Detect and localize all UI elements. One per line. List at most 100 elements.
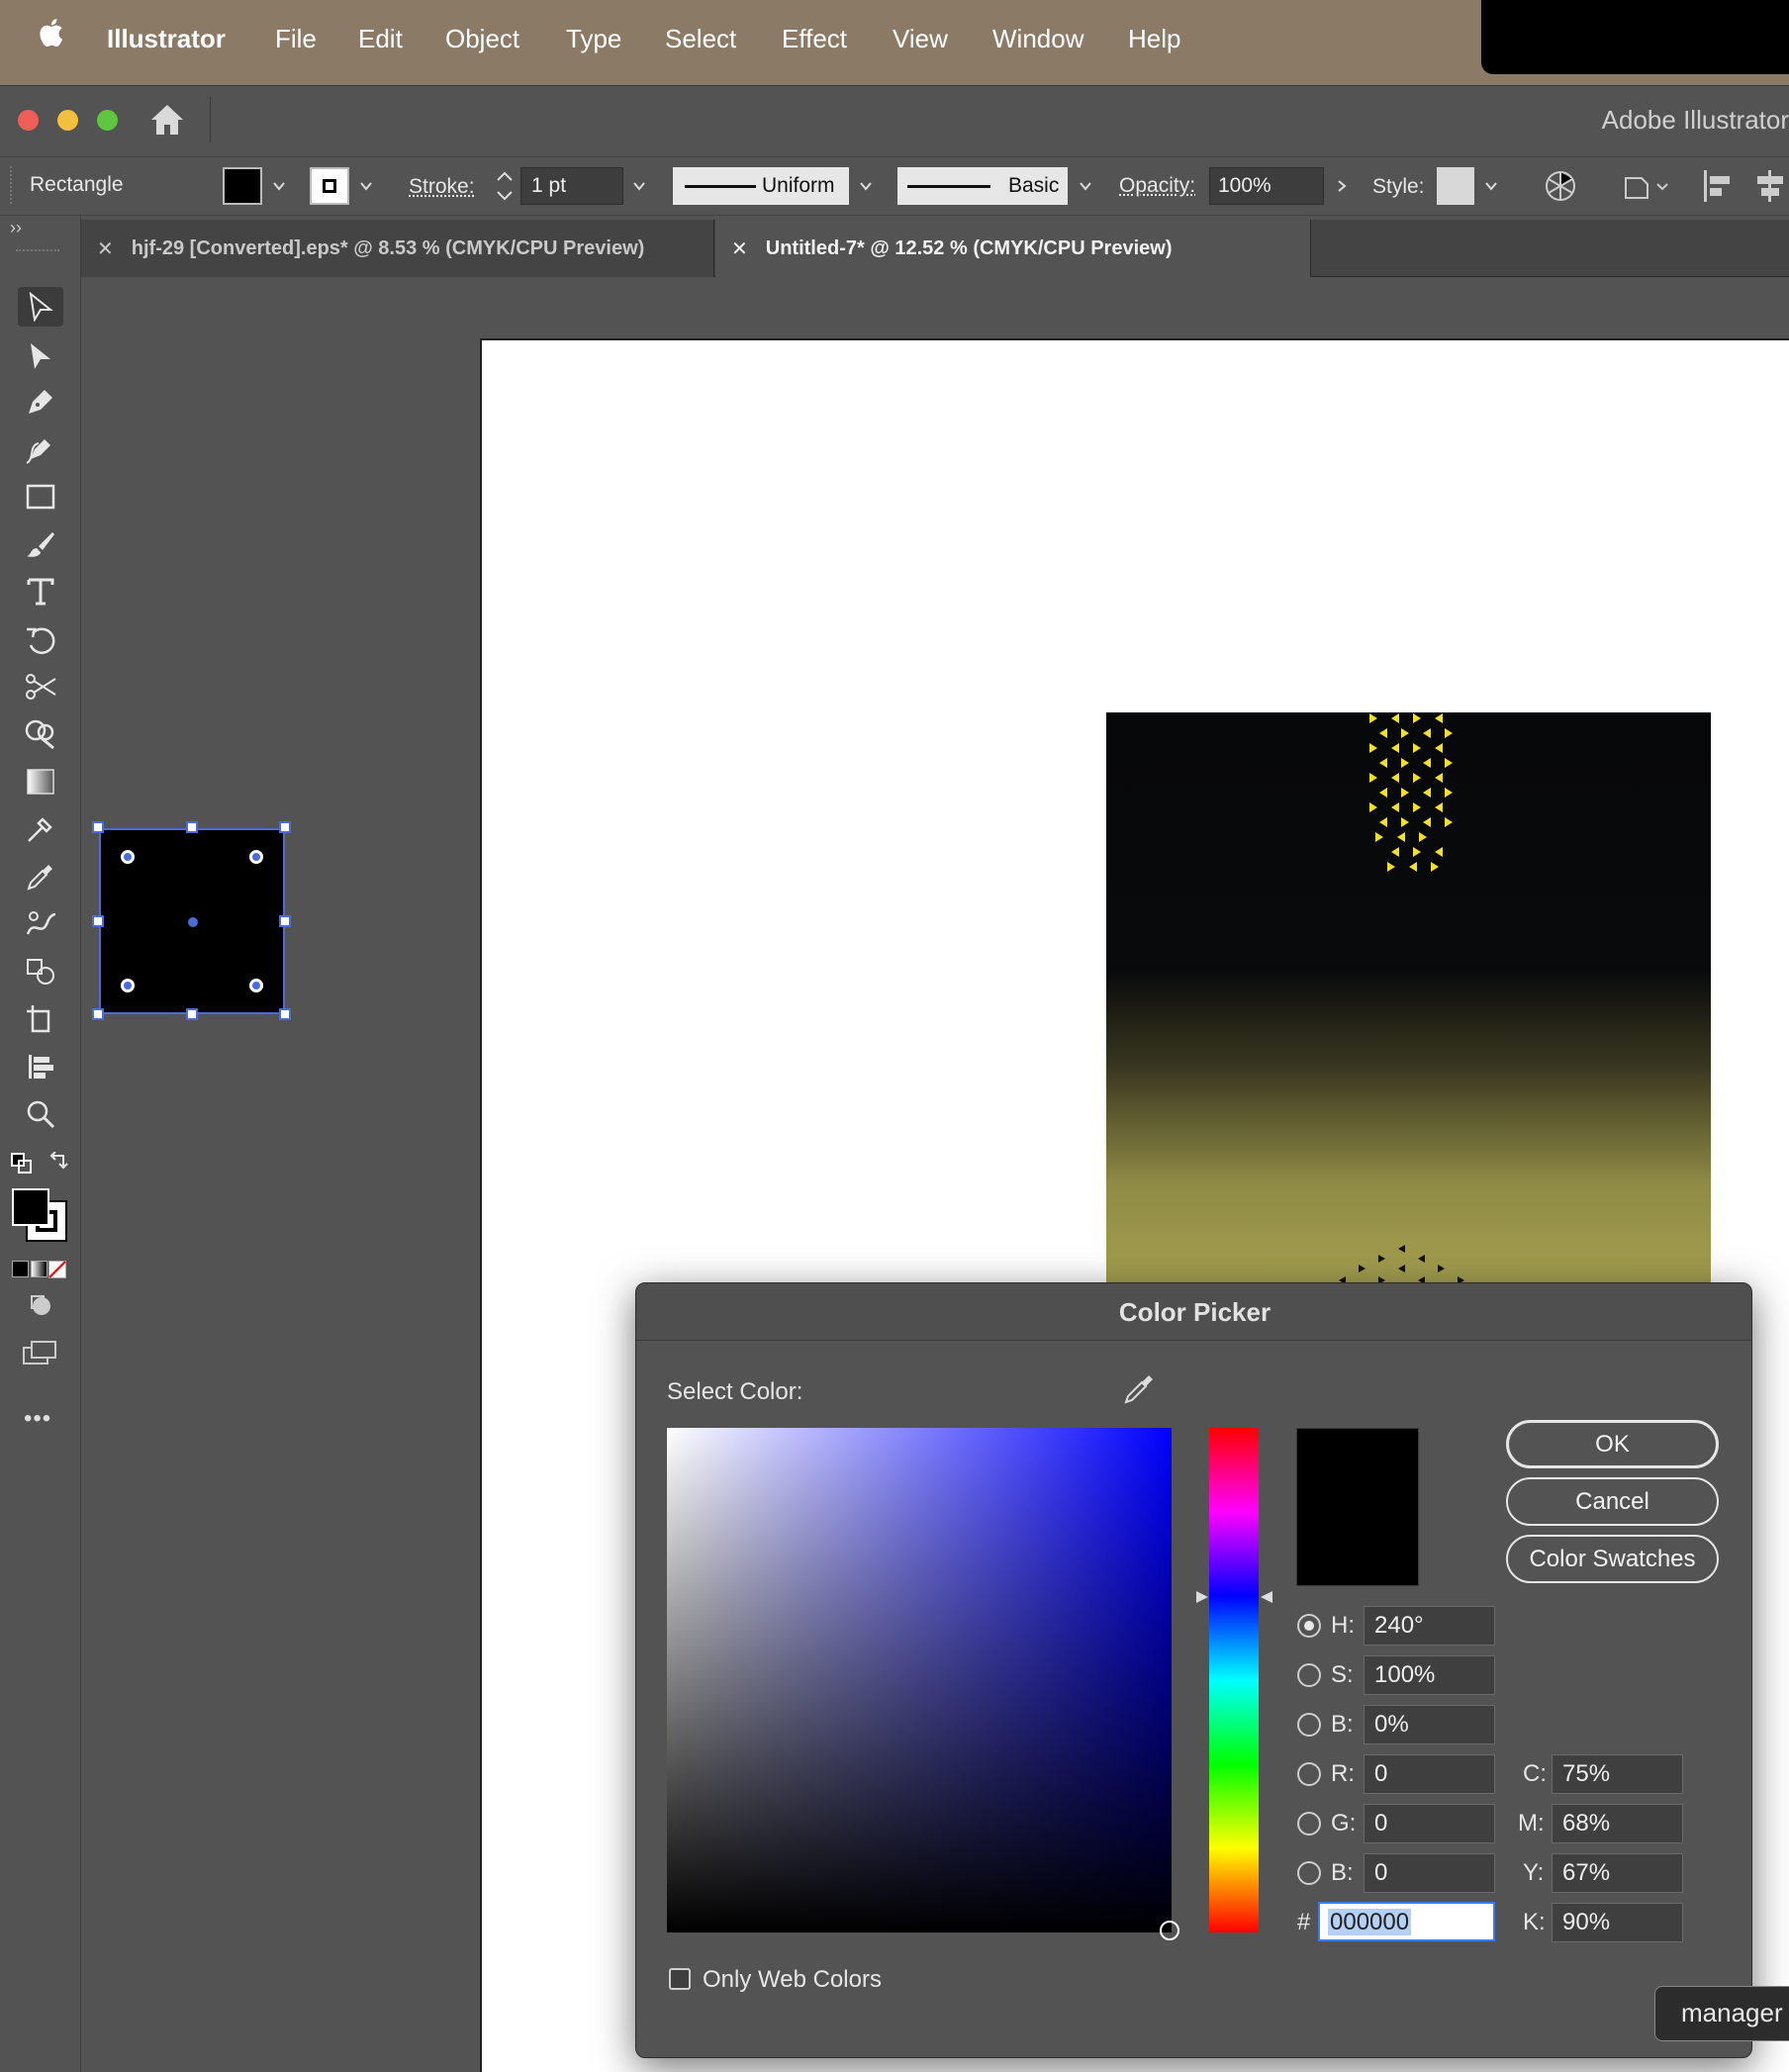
saturation-field[interactable]: 100% [1364, 1655, 1495, 1695]
puppet-warp-tool[interactable] [18, 904, 63, 944]
corner-widget[interactable] [249, 850, 263, 864]
direct-selection-tool[interactable] [18, 336, 63, 376]
control-bar-grip[interactable] [10, 166, 14, 204]
fill-color-box[interactable] [12, 1188, 49, 1226]
resize-handle[interactable] [186, 1008, 198, 1020]
green-radio[interactable] [1297, 1812, 1321, 1836]
pen-tool[interactable] [18, 382, 63, 422]
chevron-down-icon[interactable] [1079, 179, 1092, 193]
color-mode-button[interactable] [12, 1261, 29, 1277]
only-web-colors-label[interactable]: Only Web Colors [703, 1966, 882, 1994]
menu-window[interactable]: Window [992, 24, 1083, 54]
stroke-label[interactable]: Stroke: [409, 175, 475, 199]
chevron-down-icon[interactable] [359, 179, 373, 193]
variable-width-profile[interactable]: Uniform [673, 167, 849, 205]
menu-object[interactable]: Object [445, 24, 519, 54]
chevron-right-icon[interactable] [1335, 179, 1349, 193]
selected-rectangle[interactable] [92, 821, 291, 1020]
brush-definition[interactable]: Basic [897, 167, 1068, 205]
column-graph-tool[interactable] [18, 1047, 63, 1086]
brightness-field[interactable]: 0% [1364, 1705, 1495, 1744]
corner-widget[interactable] [121, 850, 135, 864]
rotate-tool[interactable] [18, 619, 63, 659]
yellow-field[interactable]: 67% [1552, 1853, 1683, 1893]
hue-field[interactable]: 240° [1364, 1606, 1495, 1646]
curvature-tool[interactable] [18, 429, 63, 469]
more-tools-icon[interactable]: ••• [24, 1405, 51, 1433]
menu-type[interactable]: Type [566, 24, 621, 54]
only-web-colors-checkbox[interactable] [669, 1968, 691, 1990]
menu-select[interactable]: Select [665, 24, 736, 54]
green-field[interactable]: 0 [1364, 1804, 1495, 1843]
cyan-field[interactable]: 75% [1552, 1754, 1683, 1794]
menu-edit[interactable]: Edit [358, 24, 403, 54]
close-tab-icon[interactable]: ✕ [97, 236, 114, 261]
resize-handle[interactable] [92, 821, 104, 833]
gradient-tool[interactable] [18, 762, 63, 801]
resize-handle[interactable] [279, 821, 291, 833]
scissors-tool[interactable] [18, 667, 63, 706]
resize-handle[interactable] [279, 915, 291, 927]
paintbrush-tool[interactable] [18, 524, 63, 564]
resize-handle[interactable] [279, 1008, 291, 1020]
chevron-down-icon[interactable] [272, 179, 286, 193]
tab-hjf-29[interactable]: ✕ hjf-29 [Converted].eps* @ 8.53 % (CMYK… [81, 220, 714, 277]
shape-builder-tool[interactable] [18, 714, 63, 754]
close-tab-icon[interactable]: ✕ [731, 236, 748, 261]
swap-colors-icon[interactable] [47, 1152, 71, 1176]
minimize-window-button[interactable] [57, 110, 78, 131]
ok-button[interactable]: OK [1506, 1420, 1719, 1468]
zoom-window-button[interactable] [97, 110, 118, 131]
corner-widget[interactable] [121, 979, 135, 992]
fill-swatch[interactable] [223, 167, 262, 205]
tab-untitled-7[interactable]: ✕ Untitled-7* @ 12.52 % (CMYK/CPU Previe… [715, 220, 1311, 277]
resize-handle[interactable] [186, 821, 198, 833]
menu-effect[interactable]: Effect [782, 24, 847, 54]
chevron-down-icon[interactable] [1484, 179, 1498, 193]
hue-slider-left-arrow[interactable] [1194, 1589, 1210, 1605]
screen-mode-icon[interactable] [22, 1340, 57, 1367]
gradient-mode-button[interactable] [31, 1261, 47, 1277]
cancel-button[interactable]: Cancel [1506, 1477, 1719, 1526]
red-field[interactable]: 0 [1364, 1754, 1495, 1794]
menu-file[interactable]: File [275, 24, 317, 54]
type-tool[interactable] [18, 572, 63, 612]
saturation-radio[interactable] [1297, 1663, 1321, 1687]
stroke-swatch[interactable] [310, 167, 349, 205]
rectangle-tool[interactable] [18, 477, 63, 517]
hue-slider[interactable] [1209, 1428, 1259, 1932]
eyedropper-icon[interactable] [1122, 1372, 1156, 1406]
menu-help[interactable]: Help [1128, 24, 1180, 54]
resize-handle[interactable] [92, 1008, 104, 1020]
hex-field[interactable]: 000000 [1318, 1902, 1495, 1941]
opacity-field[interactable]: 100% [1209, 167, 1324, 205]
transform-icon[interactable] [1622, 170, 1673, 202]
default-colors-icon[interactable] [10, 1152, 34, 1176]
none-mode-button[interactable] [48, 1261, 66, 1278]
black-field[interactable]: 90% [1552, 1903, 1683, 1942]
home-icon[interactable] [149, 103, 185, 137]
eyedropper-tool[interactable] [18, 857, 63, 896]
red-radio[interactable] [1297, 1762, 1321, 1786]
color-swatches-button[interactable]: Color Swatches [1506, 1535, 1719, 1583]
align-left-icon[interactable] [1702, 168, 1734, 204]
graphic-style-swatch[interactable] [1437, 167, 1474, 205]
draw-mode-icon[interactable] [28, 1292, 53, 1318]
saturation-brightness-field[interactable] [667, 1428, 1179, 1940]
stroke-stepper[interactable] [493, 166, 517, 206]
blue-field[interactable]: 0 [1364, 1853, 1495, 1893]
opacity-label[interactable]: Opacity: [1119, 174, 1195, 198]
close-window-button[interactable] [18, 110, 39, 131]
symbol-sprayer-tool[interactable] [18, 952, 63, 991]
apple-icon[interactable] [38, 18, 63, 47]
align-center-icon[interactable] [1753, 168, 1785, 204]
brightness-radio[interactable] [1297, 1713, 1321, 1737]
mesh-tool[interactable] [18, 809, 63, 849]
corner-widget[interactable] [249, 979, 263, 992]
artwork-gradient-rectangle[interactable] [1106, 712, 1711, 1286]
selection-tool[interactable] [18, 287, 63, 327]
stroke-weight-field[interactable]: 1 pt [520, 167, 623, 205]
tools-grip[interactable] [16, 249, 59, 255]
artboard-tool[interactable] [18, 999, 63, 1039]
hue-radio[interactable] [1297, 1614, 1321, 1638]
